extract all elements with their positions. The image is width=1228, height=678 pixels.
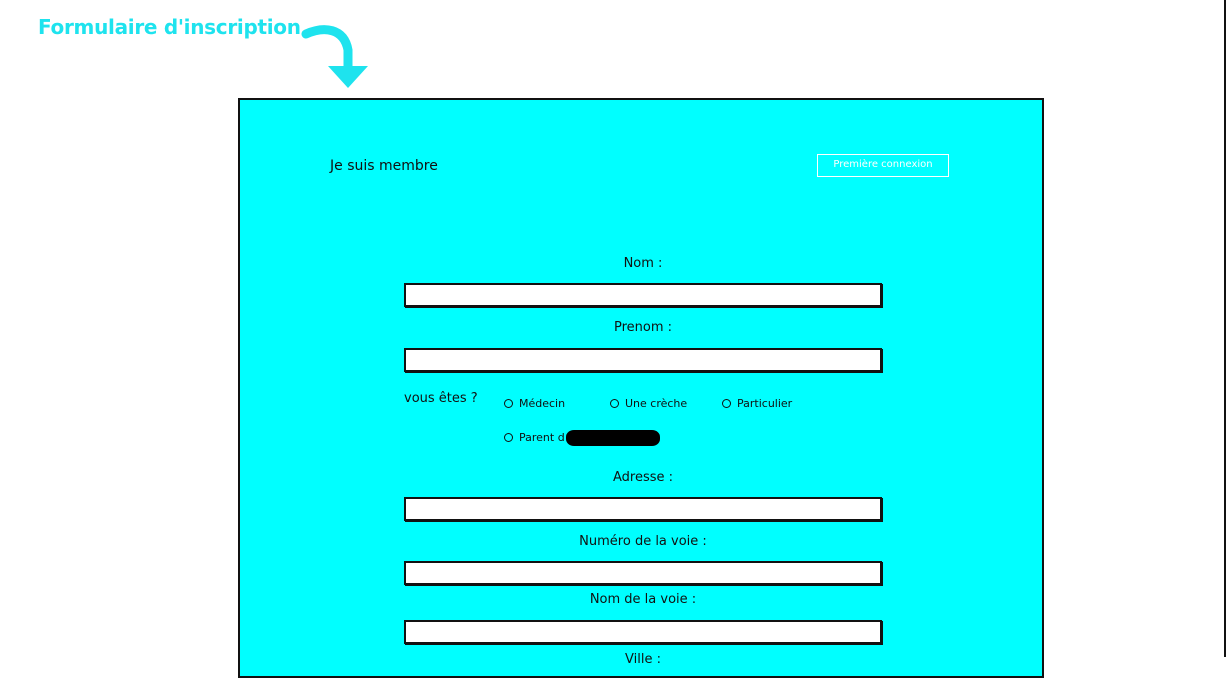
nom-label: Nom : bbox=[623, 256, 663, 271]
curved-arrow-down-icon bbox=[301, 25, 368, 88]
nom-voie-field[interactable] bbox=[404, 620, 882, 644]
member-link[interactable]: Je suis membre bbox=[330, 158, 438, 174]
radio-circle-icon bbox=[504, 399, 513, 408]
radio-circle-icon bbox=[722, 399, 731, 408]
registration-panel: Je suis membre Première connexion Nom : … bbox=[238, 98, 1044, 678]
user-type-question: vous êtes ? bbox=[404, 391, 478, 406]
prenom-field[interactable] bbox=[404, 348, 882, 372]
radio-circle-icon bbox=[504, 433, 513, 442]
page-title: Formulaire d'inscription bbox=[38, 15, 301, 39]
nom-voie-label: Nom de la voie : bbox=[589, 592, 697, 607]
radio-label: Médecin bbox=[519, 397, 566, 410]
radio-label: Particulier bbox=[737, 397, 793, 410]
numero-voie-field[interactable] bbox=[404, 561, 882, 585]
radio-label: Une crèche bbox=[625, 397, 688, 410]
adresse-field[interactable] bbox=[404, 497, 882, 521]
radio-option-medecin[interactable]: Médecin bbox=[504, 397, 565, 410]
nom-field[interactable] bbox=[404, 283, 882, 307]
radio-circle-icon bbox=[610, 399, 619, 408]
prenom-label: Prenom : bbox=[613, 320, 673, 335]
redaction-mark bbox=[566, 430, 660, 446]
page-right-border bbox=[1224, 0, 1226, 657]
radio-label: Parent d bbox=[519, 431, 565, 444]
ville-label: Ville : bbox=[625, 652, 661, 667]
radio-option-parent[interactable]: Parent d bbox=[504, 431, 565, 444]
numero-voie-label: Numéro de la voie : bbox=[579, 534, 707, 549]
adresse-label: Adresse : bbox=[612, 470, 674, 485]
radio-option-creche[interactable]: Une crèche bbox=[610, 397, 687, 410]
first-login-button[interactable]: Première connexion bbox=[817, 154, 949, 177]
radio-option-particulier[interactable]: Particulier bbox=[722, 397, 792, 410]
